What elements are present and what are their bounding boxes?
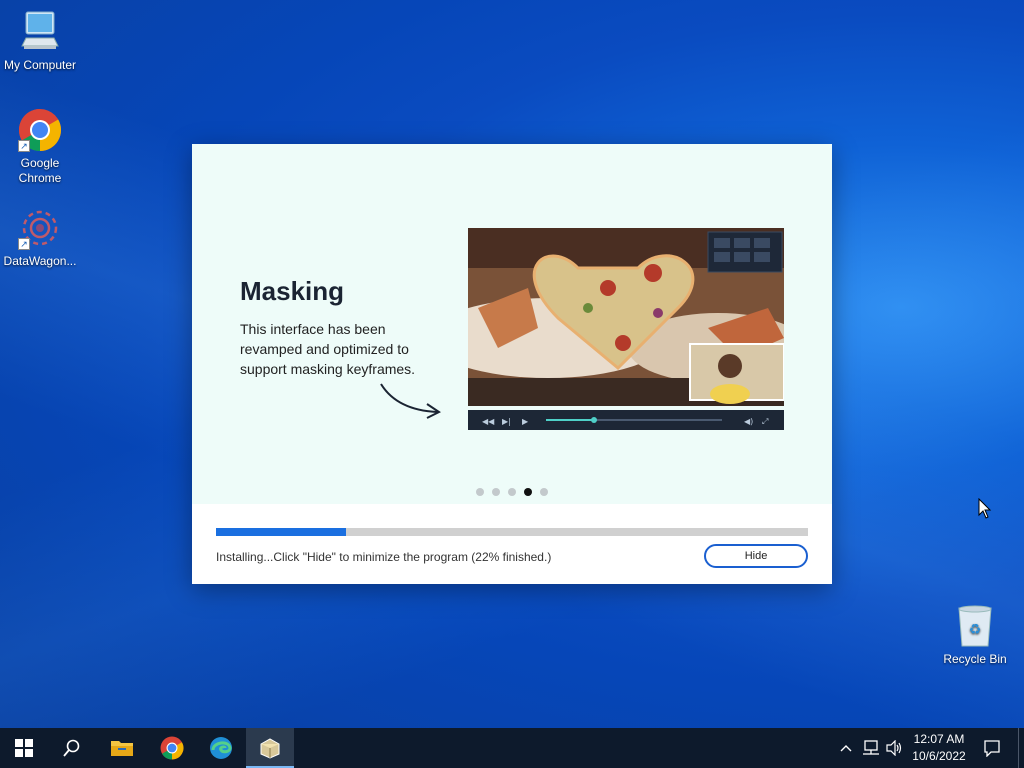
install-progress-fill bbox=[216, 528, 347, 536]
desktop-icon-label: Recycle Bin bbox=[943, 652, 1007, 666]
slide-description: This interface has been revamped and opt… bbox=[240, 321, 416, 377]
install-progress-bar bbox=[216, 528, 808, 536]
recycle-bin-icon: ♻ bbox=[953, 604, 997, 648]
windows-start-icon bbox=[15, 739, 33, 757]
chrome-icon: ↗ bbox=[18, 108, 62, 152]
desktop-icon-label: Google Chrome bbox=[18, 156, 62, 185]
slide-title: Masking bbox=[240, 276, 345, 306]
step-icon: ▶| bbox=[502, 417, 511, 426]
volume-icon: ◀) bbox=[744, 417, 753, 426]
desktop-icon-recycle-bin[interactable]: ♻ Recycle Bin bbox=[935, 604, 1015, 667]
notification-icon bbox=[984, 740, 1000, 757]
hide-button[interactable]: Hide bbox=[704, 544, 808, 568]
desktop-icon-google-chrome[interactable]: ↗ Google Chrome bbox=[0, 108, 80, 186]
mouse-cursor-icon bbox=[978, 498, 992, 519]
slide-pagination bbox=[476, 488, 548, 496]
desktop-icon-label: My Computer bbox=[3, 58, 77, 72]
rewind-icon: ◀◀ bbox=[482, 417, 495, 426]
pizza-mask-image bbox=[468, 228, 784, 406]
edge-taskbar-button[interactable] bbox=[197, 728, 245, 768]
taskbar: 12:07 AM 10/6/2022 bbox=[0, 728, 1024, 768]
edge-icon bbox=[210, 737, 232, 759]
installer-window: Masking This interface has been revamped… bbox=[192, 144, 832, 584]
start-button[interactable] bbox=[0, 728, 48, 768]
chevron-up-icon bbox=[840, 745, 852, 752]
action-center-button[interactable] bbox=[978, 728, 1006, 768]
shortcut-arrow-icon: ↗ bbox=[18, 140, 30, 152]
network-icon bbox=[863, 740, 879, 755]
install-status-text: Installing...Click "Hide" to minimize th… bbox=[216, 550, 552, 564]
play-icon: ▶ bbox=[522, 417, 529, 426]
datawagon-icon: ↗ bbox=[18, 206, 62, 250]
svg-text:♻: ♻ bbox=[969, 622, 982, 638]
shortcut-arrow-icon: ↗ bbox=[18, 238, 30, 250]
feature-slide: Masking This interface has been revamped… bbox=[192, 144, 832, 504]
file-explorer-button[interactable] bbox=[98, 728, 146, 768]
installer-taskbar-button[interactable] bbox=[246, 728, 294, 768]
video-controls: ◀◀ ▶| ▶ ◀) ⤢ bbox=[468, 410, 784, 430]
feature-video-preview bbox=[468, 228, 784, 406]
pagination-dot[interactable] bbox=[540, 488, 548, 496]
search-icon bbox=[63, 739, 80, 757]
network-button[interactable] bbox=[860, 728, 882, 768]
show-hidden-icons-button[interactable] bbox=[838, 728, 854, 768]
volume-icon bbox=[886, 740, 902, 756]
chrome-icon bbox=[160, 736, 184, 760]
clock-date: 10/6/2022 bbox=[912, 749, 966, 763]
volume-button[interactable] bbox=[884, 728, 906, 768]
desktop-icon-datawagon[interactable]: ↗ DataWagon... bbox=[0, 206, 80, 269]
fullscreen-icon: ⤢ bbox=[761, 417, 768, 426]
desktop-icon-label: DataWagon... bbox=[3, 254, 77, 268]
desktop-icon-my-computer[interactable]: My Computer bbox=[0, 10, 80, 73]
taskbar-clock[interactable]: 12:07 AM 10/6/2022 bbox=[908, 731, 970, 765]
installer-app-icon bbox=[260, 738, 280, 759]
clock-time: 12:07 AM bbox=[913, 732, 965, 746]
pagination-dot[interactable] bbox=[476, 488, 484, 496]
chrome-taskbar-button[interactable] bbox=[148, 728, 196, 768]
computer-icon bbox=[18, 10, 62, 54]
pagination-dot[interactable] bbox=[524, 488, 532, 496]
pagination-dot[interactable] bbox=[492, 488, 500, 496]
pagination-dot[interactable] bbox=[508, 488, 516, 496]
arrow-icon bbox=[380, 383, 441, 419]
file-explorer-icon bbox=[111, 741, 133, 756]
search-button[interactable] bbox=[48, 728, 96, 768]
show-desktop-divider[interactable] bbox=[1018, 728, 1019, 768]
